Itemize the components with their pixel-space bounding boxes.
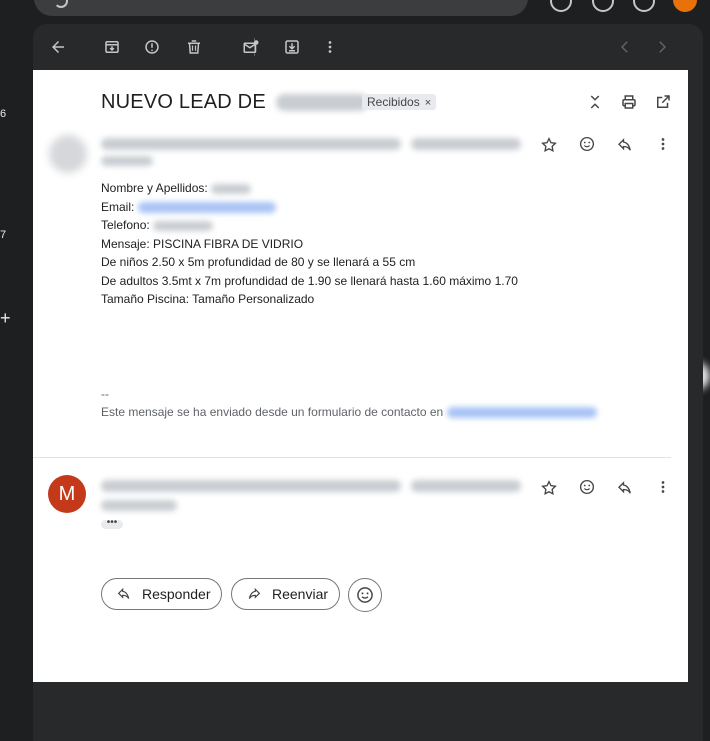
email-body: Nombre y Apellidos: Email: Telefono: Men… (101, 179, 518, 309)
smiley-icon (357, 587, 373, 603)
message-line: Mensaje: PISCINA FIBRA DE VIDRIO (101, 236, 304, 251)
forward-button[interactable]: Reenviar (231, 578, 340, 610)
top-bar (0, 0, 710, 24)
print-icon[interactable] (619, 92, 639, 112)
open-new-window-icon[interactable] (653, 92, 673, 112)
emoji-react-icon[interactable] (577, 477, 597, 497)
phone-line: Telefono: (101, 216, 518, 235)
star-icon[interactable] (539, 478, 559, 498)
forward-icon (248, 587, 261, 599)
reply-icon (117, 587, 130, 599)
search-icon[interactable] (54, 0, 68, 8)
message-more-icon[interactable] (653, 134, 673, 154)
reply-button[interactable]: Responder (101, 578, 222, 610)
remove-label-icon[interactable]: × (425, 97, 431, 109)
new-label-button[interactable]: + (0, 308, 11, 329)
show-trimmed-content-button[interactable]: ••• (101, 518, 123, 529)
reply-icon[interactable] (615, 478, 635, 498)
redacted-date (411, 138, 521, 150)
label-chip-inbox[interactable]: Recibidos × (362, 94, 437, 110)
forward-label: Reenviar (272, 586, 329, 602)
sender-avatar[interactable] (49, 135, 87, 173)
redacted-recipient (101, 156, 153, 166)
subject-text: NUEVO LEAD DE (101, 91, 266, 113)
adultos-line: De adultos 3.5mt x 7m profundidad de 1.9… (101, 273, 518, 288)
email-toolbar (33, 24, 703, 70)
archive-icon[interactable] (102, 37, 122, 57)
signature: -- Este mensaje se ha enviado desde un f… (101, 385, 597, 421)
message-more-icon[interactable] (653, 477, 673, 497)
reply-label: Responder (142, 586, 211, 602)
rail-count: 6 (0, 108, 7, 120)
reply-icon[interactable] (615, 135, 635, 155)
emoji-reaction-button[interactable] (348, 578, 382, 612)
rail-count: 7 (0, 229, 7, 241)
redacted-second-recipient (101, 500, 177, 511)
redacted-text (275, 94, 368, 112)
mark-unread-icon[interactable] (241, 37, 261, 57)
expand-all-icon[interactable] (585, 92, 605, 112)
back-arrow-icon[interactable] (48, 37, 68, 57)
email-line: Email: (101, 198, 518, 217)
redacted-site-link[interactable] (446, 407, 597, 419)
move-to-icon[interactable] (282, 37, 302, 57)
redacted-second-sender (101, 480, 401, 492)
label-chip-text: Recibidos (367, 95, 420, 109)
settings-icon[interactable] (592, 0, 614, 12)
left-rail: 6 7 + (0, 0, 20, 741)
delete-icon[interactable] (184, 37, 204, 57)
star-icon[interactable] (539, 135, 559, 155)
emoji-react-icon[interactable] (577, 134, 597, 154)
redacted-email-link[interactable] (137, 201, 276, 213)
older-icon[interactable] (652, 37, 672, 57)
name-line: Nombre y Apellidos: (101, 179, 518, 198)
second-sender-avatar[interactable]: M (48, 475, 86, 513)
email-content: NUEVO LEAD DE Recibidos × Nombre y Apell… (33, 70, 688, 682)
redacted-phone (153, 220, 214, 231)
report-spam-icon[interactable] (142, 37, 162, 57)
support-icon[interactable] (550, 0, 572, 12)
size-line: Tamaño Piscina: Tamaño Personalizado (101, 292, 315, 306)
ninos-line: De niños 2.50 x 5m profundidad de 80 y s… (101, 255, 416, 269)
email-panel: NUEVO LEAD DE Recibidos × Nombre y Apell… (33, 24, 703, 741)
signature-separator: -- (101, 387, 109, 401)
signature-text: Este mensaje se ha enviado desde un form… (101, 405, 444, 419)
redacted-second-date (411, 480, 521, 492)
apps-icon[interactable] (633, 0, 655, 12)
newer-icon[interactable] (615, 37, 635, 57)
account-avatar[interactable] (673, 0, 697, 12)
redacted-sender (101, 138, 401, 150)
search-input[interactable] (34, 0, 528, 16)
redacted-name (211, 183, 252, 194)
message-divider (33, 457, 671, 458)
more-icon[interactable] (320, 37, 340, 57)
email-subject: NUEVO LEAD DE (101, 91, 368, 114)
